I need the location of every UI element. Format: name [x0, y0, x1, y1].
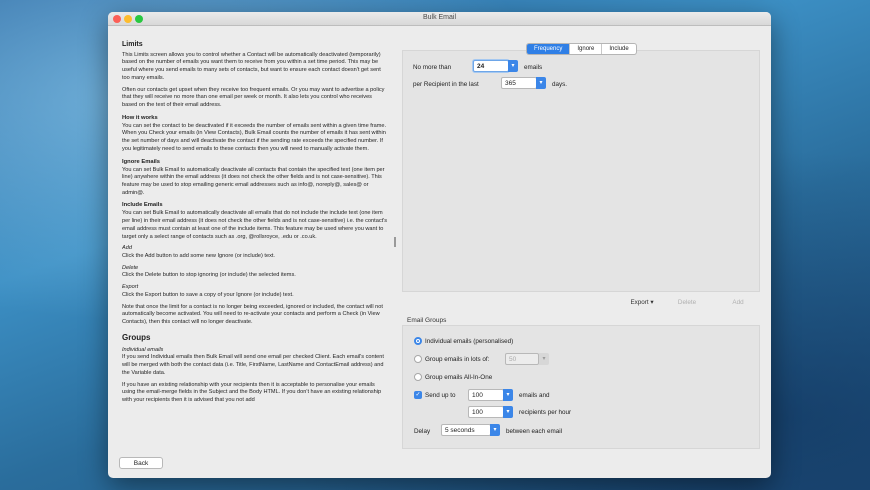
help-heading-ignore: Ignore Emails — [122, 158, 161, 165]
help-paragraph: You can set Bulk Email to automatically … — [122, 166, 385, 196]
email-groups-title: Email Groups — [407, 317, 447, 324]
send-up-to-input[interactable]: 100 — [468, 389, 504, 401]
send-up-to-label: Send up to — [425, 392, 456, 399]
title-bar: Bulk Email — [108, 12, 771, 26]
help-heading-include: Include Emails — [122, 202, 163, 209]
individual-emails-label: Individual emails (personalised) — [425, 338, 514, 345]
tab-include[interactable]: Include — [602, 44, 635, 54]
tab-ignore[interactable]: Ignore — [570, 44, 603, 54]
all-in-one-label: Group emails All-In-One — [425, 374, 493, 381]
emails-unit-label: emails — [524, 64, 543, 71]
days-input[interactable]: 365 — [501, 77, 537, 89]
window-title: Bulk Email — [422, 14, 457, 21]
chevron-down-icon: ▾ — [650, 299, 654, 306]
recipients-per-hour-stepper[interactable]: ▾ — [503, 406, 513, 418]
split-view-divider[interactable] — [394, 237, 396, 247]
max-emails-stepper[interactable]: ▾ — [508, 60, 518, 72]
help-paragraph: Click the Add button to add some new Ign… — [122, 252, 275, 259]
help-paragraph: You can set Bulk Email to automatically … — [122, 210, 388, 240]
help-paragraph: You can set the contact to be deactivate… — [122, 122, 387, 152]
help-heading-limits: Limits — [122, 41, 143, 48]
help-paragraph: Often our contacts get upset when they r… — [122, 86, 385, 108]
delete-button[interactable]: Delete — [670, 297, 704, 309]
days-unit-label: days. — [552, 81, 568, 88]
help-heading-export: Export — [122, 284, 139, 291]
send-up-to-stepper[interactable]: ▾ — [503, 389, 513, 401]
help-heading-delete: Delete — [122, 264, 139, 271]
help-paragraph: Click the Delete button to stop ignoring… — [122, 272, 296, 279]
help-heading-groups: Groups — [122, 332, 151, 342]
delay-label: Delay — [414, 428, 431, 435]
help-paragraph: If you have an existing relationship wit… — [122, 381, 382, 404]
back-button[interactable]: Back — [119, 457, 163, 469]
app-window: Bulk Email Limits This Limits screen all… — [108, 12, 771, 478]
per-recipient-label: per Recipient in the last — [413, 81, 479, 88]
group-lots-radio[interactable] — [414, 355, 422, 363]
help-text-pane: Limits This Limits screen allows you to … — [122, 38, 388, 452]
lots-size-stepper[interactable]: ▾ — [539, 353, 549, 365]
no-more-than-label: No more than — [413, 64, 452, 71]
between-each-email-label: between each email — [506, 428, 563, 435]
recipients-per-hour-label: recipients per hour — [519, 409, 572, 416]
help-paragraph: Click the Export button to save a copy o… — [122, 291, 294, 298]
export-button-label: Export — [630, 299, 649, 306]
help-heading-add: Add — [122, 245, 132, 252]
recipients-per-hour-input[interactable]: 100 — [468, 406, 504, 418]
help-heading-individual: Individual emails — [122, 346, 164, 353]
help-heading-how-it-works: How it works — [122, 114, 158, 121]
lots-size-input[interactable]: 50 — [505, 353, 539, 365]
delay-select-arrow[interactable]: ▾ — [490, 424, 500, 436]
all-in-one-radio[interactable] — [414, 373, 422, 381]
days-stepper[interactable]: ▾ — [536, 77, 546, 89]
send-up-to-checkbox[interactable]: ✓ — [414, 391, 422, 399]
individual-emails-radio[interactable] — [414, 337, 422, 345]
limits-tab-bar: Frequency Ignore Include — [526, 43, 637, 55]
help-paragraph: Note that once the limit for a contact i… — [122, 303, 383, 326]
help-paragraph: If you send Individual emails then Bulk … — [122, 354, 384, 376]
help-paragraph: This Limits screen allows you to control… — [122, 51, 381, 81]
group-lots-label: Group emails in lots of: — [425, 356, 490, 363]
tab-frequency[interactable]: Frequency — [527, 44, 571, 54]
emails-and-label: emails and — [519, 392, 550, 399]
delay-select[interactable]: 5 seconds — [441, 424, 491, 436]
export-button[interactable]: Export ▾ — [620, 297, 664, 309]
add-button[interactable]: Add — [724, 297, 752, 309]
max-emails-input[interactable]: 24 — [473, 60, 509, 72]
